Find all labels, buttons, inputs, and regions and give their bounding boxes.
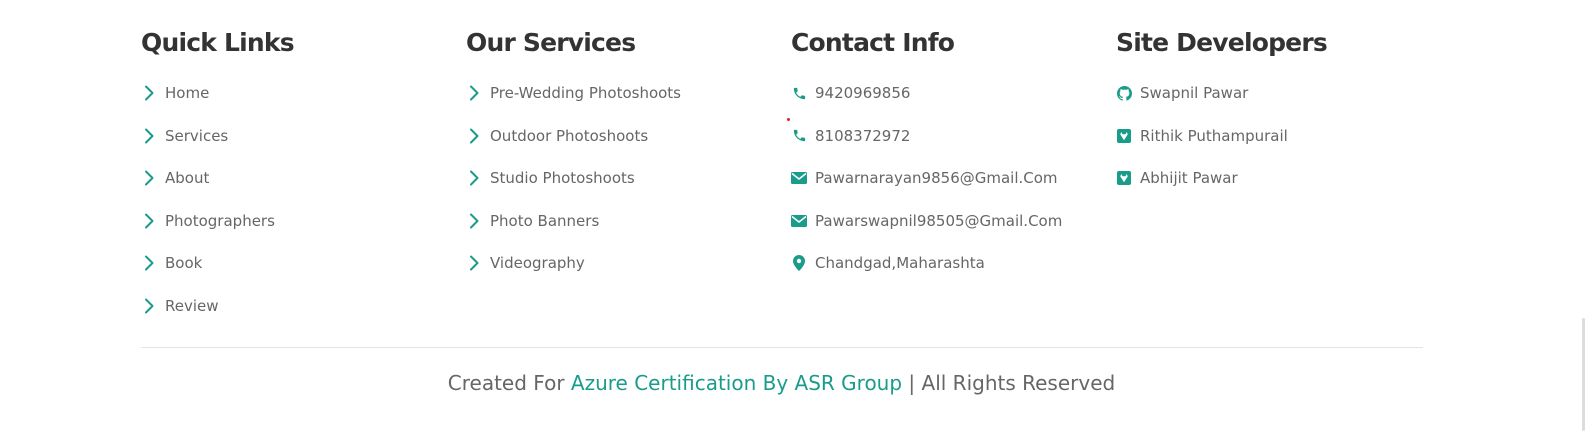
quick-link-1[interactable]: Services <box>141 124 228 148</box>
service-link-2[interactable]: Studio Photoshoots <box>466 166 635 190</box>
red-dot-marker <box>787 118 790 121</box>
gitlab-square-icon <box>1116 170 1132 186</box>
service-link-4[interactable]: Videography <box>466 251 585 275</box>
github-icon <box>1116 85 1132 101</box>
scrollbar[interactable] <box>1568 0 1588 431</box>
chevron-right-icon <box>141 298 157 314</box>
contact-item-2[interactable]: Pawarnarayan9856@Gmail.Com <box>791 166 1058 190</box>
service-link-label: Outdoor Photoshoots <box>490 126 649 145</box>
contact-item-label: Pawarswapnil98505@Gmail.Com <box>815 211 1063 230</box>
service-link-label: Videography <box>490 254 585 272</box>
chevron-right-icon <box>141 170 157 186</box>
envelope-icon <box>791 170 807 186</box>
contact-item-0[interactable]: 9420969856 <box>791 81 910 105</box>
chevron-right-icon <box>466 213 482 229</box>
chevron-right-icon <box>466 128 482 144</box>
services-column: Our Services Pre-Wedding Photoshoots Outd… <box>466 26 786 272</box>
contact-item-label: Pawarnarayan9856@Gmail.Com <box>815 169 1058 187</box>
quick-link-4[interactable]: Book <box>141 251 202 275</box>
quick-link-label: Book <box>165 254 203 272</box>
credit-suffix: | All Rights Reserved <box>908 371 1116 395</box>
developer-link-2[interactable]: Abhijit Pawar <box>1116 166 1238 190</box>
chevron-right-icon <box>466 255 482 271</box>
contact-item-label: 8108372972 <box>815 126 911 145</box>
chevron-right-icon <box>466 170 482 186</box>
gitlab-square-icon <box>1116 128 1132 144</box>
developer-link-0[interactable]: Swapnil Pawar <box>1116 81 1248 105</box>
developer-link-label: Rithik Puthampurail <box>1140 126 1288 145</box>
quick-link-0[interactable]: Home <box>141 81 209 105</box>
service-link-3[interactable]: Photo Banners <box>466 209 599 233</box>
chevron-right-icon <box>141 128 157 144</box>
service-link-label: Pre-Wedding Photoshoots <box>490 84 682 102</box>
quick-link-label: Review <box>165 296 219 315</box>
credit-link[interactable]: Azure Certification By ASR Group <box>571 371 902 395</box>
phone-icon <box>791 128 807 144</box>
footer-divider <box>141 347 1423 348</box>
contact-heading: Contact Info <box>791 28 955 57</box>
developer-link-1[interactable]: Rithik Puthampurail <box>1116 124 1288 148</box>
services-heading: Our Services <box>466 28 636 57</box>
scrollbar-thumb[interactable] <box>1582 318 1585 431</box>
service-link-label: Photo Banners <box>490 211 600 230</box>
quick-links-column: Quick Links Home Services About Photographe… <box>141 26 461 315</box>
contact-item-4[interactable]: Chandgad,Maharashta <box>791 251 985 275</box>
contact-column: Contact Info 9420969856 8108372972 Pawarna… <box>791 26 1111 272</box>
contact-item-1[interactable]: 8108372972 <box>791 124 910 148</box>
quick-link-label: Photographers <box>165 211 275 230</box>
quick-link-label: Home <box>165 84 210 102</box>
credit-prefix: Created For <box>447 371 565 395</box>
quick-links-heading: Quick Links <box>141 28 295 57</box>
service-link-label: Studio Photoshoots <box>490 169 635 187</box>
chevron-right-icon <box>141 85 157 101</box>
quick-link-label: About <box>165 169 210 187</box>
developer-link-label: Abhijit Pawar <box>1140 169 1238 187</box>
developers-heading: Site Developers <box>1116 28 1328 57</box>
footer-credit: Created For Azure Certification By ASR G… <box>0 368 1563 398</box>
envelope-icon <box>791 213 807 229</box>
contact-item-label: 9420969856 <box>815 84 911 102</box>
chevron-right-icon <box>466 85 482 101</box>
phone-icon <box>791 85 807 101</box>
chevron-right-icon <box>141 255 157 271</box>
map-marker-icon <box>791 255 807 271</box>
developer-link-label: Swapnil Pawar <box>1140 84 1249 102</box>
quick-link-2[interactable]: About <box>141 166 209 190</box>
service-link-0[interactable]: Pre-Wedding Photoshoots <box>466 81 681 105</box>
quick-link-label: Services <box>165 126 229 145</box>
contact-item-3[interactable]: Pawarswapnil98505@Gmail.Com <box>791 209 1062 233</box>
quick-link-3[interactable]: Photographers <box>141 209 275 233</box>
quick-link-5[interactable]: Review <box>141 294 219 318</box>
chevron-right-icon <box>141 213 157 229</box>
contact-item-label: Chandgad,Maharashta <box>815 254 985 272</box>
service-link-1[interactable]: Outdoor Photoshoots <box>466 124 648 148</box>
developers-column: Site Developers Swapnil Pawar Rithik Puth… <box>1116 26 1436 187</box>
